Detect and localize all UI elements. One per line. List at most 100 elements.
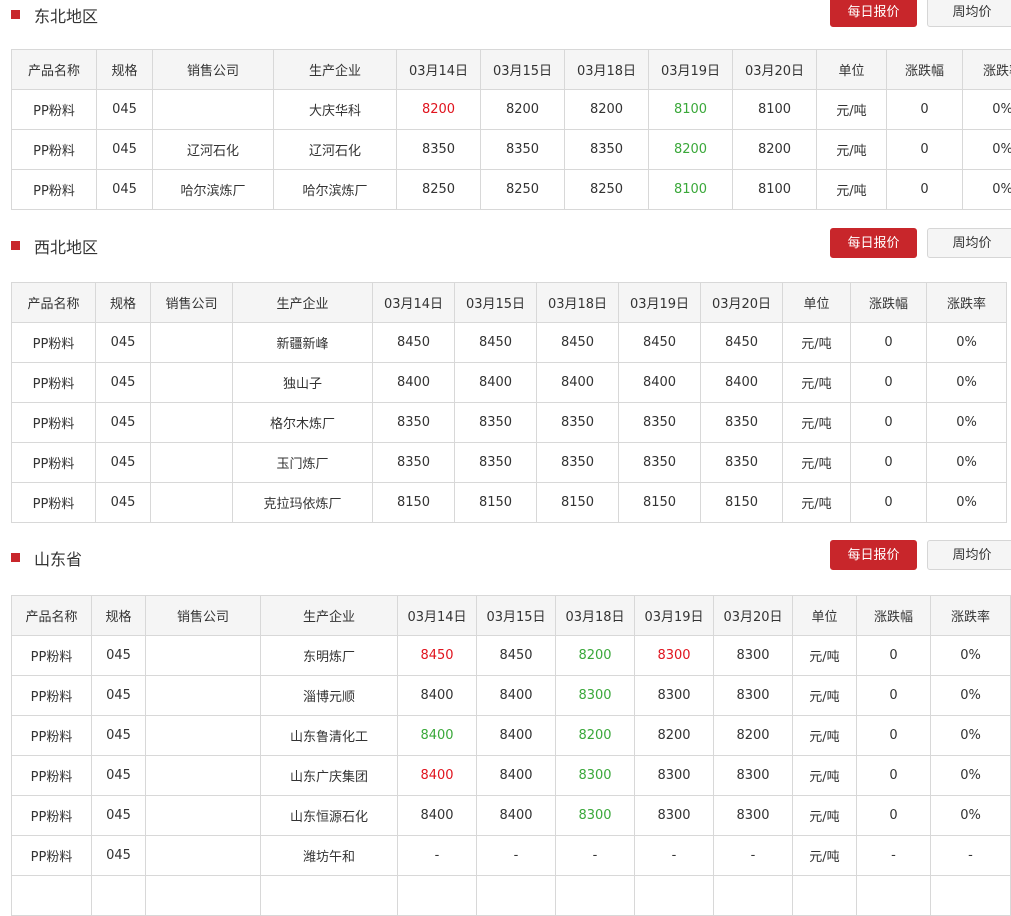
producer-cell [261, 876, 398, 916]
price-cell: 8350 [701, 443, 783, 483]
change-cell: 0 [857, 796, 931, 836]
price-cell: 8400 [398, 756, 477, 796]
rate-cell: 0% [931, 716, 1011, 756]
product-link[interactable]: PP粉料 [12, 363, 96, 403]
product-link[interactable]: PP粉料 [12, 716, 92, 756]
seller-cell [146, 836, 261, 876]
price-cell: 8400 [701, 363, 783, 403]
table-row: PP粉料045新疆新峰84508450845084508450元/吨00% [12, 323, 1007, 363]
spec-cell: 045 [96, 443, 151, 483]
column-header-change: 涨跌幅 [851, 283, 927, 323]
column-header-unit: 单位 [793, 596, 857, 636]
product-link[interactable]: PP粉料 [12, 483, 96, 523]
price-cell: 8350 [537, 443, 619, 483]
column-header-unit: 单位 [783, 283, 851, 323]
rate-cell: 0% [963, 170, 1011, 210]
product-link[interactable]: PP粉料 [12, 443, 96, 483]
table-row: PP粉料045东明炼厂84508450820083008300元/吨00% [12, 636, 1011, 676]
weekly-average-button[interactable]: 周均价 [927, 0, 1011, 27]
price-cell: 8350 [537, 403, 619, 443]
product-link[interactable]: PP粉料 [12, 836, 92, 876]
section-header: 东北地区每日报价周均价 [0, 0, 1011, 34]
table-row: PP粉料045玉门炼厂83508350835083508350元/吨00% [12, 443, 1007, 483]
spec-cell: 045 [96, 363, 151, 403]
change-cell: 0 [851, 403, 927, 443]
unit-cell: 元/吨 [783, 403, 851, 443]
unit-cell: 元/吨 [793, 796, 857, 836]
column-header-date-2: 03月15日 [455, 283, 537, 323]
seller-cell [146, 676, 261, 716]
price-cell [477, 876, 556, 916]
section-title: 山东省 [34, 546, 82, 570]
seller-cell [146, 636, 261, 676]
producer-cell: 新疆新峰 [233, 323, 373, 363]
price-cell: - [635, 836, 714, 876]
column-header-producer: 生产企业 [274, 50, 397, 90]
price-cell: 8400 [455, 363, 537, 403]
price-cell: 8300 [714, 796, 793, 836]
change-cell: - [857, 836, 931, 876]
daily-price-button[interactable]: 每日报价 [830, 540, 917, 570]
weekly-average-button[interactable]: 周均价 [927, 540, 1011, 570]
price-cell: 8200 [565, 90, 649, 130]
page: { "buttons": { "daily": "每日报价", "weekly"… [0, 0, 1011, 880]
price-cell: 8350 [373, 403, 455, 443]
product-link[interactable]: PP粉料 [12, 676, 92, 716]
rate-cell: 0% [931, 636, 1011, 676]
unit-cell: 元/吨 [793, 716, 857, 756]
column-header-date-1: 03月14日 [373, 283, 455, 323]
column-header-seller: 销售公司 [153, 50, 274, 90]
product-link[interactable] [12, 876, 92, 916]
table-row: PP粉料045山东广庆集团84008400830083008300元/吨00% [12, 756, 1011, 796]
change-cell: 0 [851, 483, 927, 523]
price-table: 产品名称规格销售公司生产企业03月14日03月15日03月18日03月19日03… [11, 282, 1007, 523]
price-cell: 8150 [455, 483, 537, 523]
producer-cell: 潍坊午和 [261, 836, 398, 876]
unit-cell: 元/吨 [817, 90, 887, 130]
product-link[interactable]: PP粉料 [12, 170, 97, 210]
unit-cell: 元/吨 [793, 636, 857, 676]
price-cell: 8300 [714, 636, 793, 676]
unit-cell [793, 876, 857, 916]
price-cell: 8200 [649, 130, 733, 170]
product-link[interactable]: PP粉料 [12, 636, 92, 676]
rate-cell: 0% [927, 403, 1007, 443]
column-header-date-5: 03月20日 [701, 283, 783, 323]
seller-cell [146, 756, 261, 796]
price-cell: - [398, 836, 477, 876]
unit-cell: 元/吨 [783, 443, 851, 483]
seller-cell [151, 483, 233, 523]
column-header-product: 产品名称 [12, 283, 96, 323]
table-row: PP粉料045独山子84008400840084008400元/吨00% [12, 363, 1007, 403]
daily-price-button[interactable]: 每日报价 [830, 228, 917, 258]
spec-cell [92, 876, 146, 916]
price-cell: 8400 [537, 363, 619, 403]
product-link[interactable]: PP粉料 [12, 756, 92, 796]
rate-cell [931, 876, 1011, 916]
price-table: 产品名称规格销售公司生产企业03月14日03月15日03月18日03月19日03… [11, 49, 1011, 210]
product-link[interactable]: PP粉料 [12, 90, 97, 130]
price-cell: 8400 [477, 676, 556, 716]
seller-cell [146, 796, 261, 836]
product-link[interactable]: PP粉料 [12, 130, 97, 170]
spec-cell: 045 [96, 403, 151, 443]
change-cell: 0 [851, 443, 927, 483]
price-cell: 8100 [649, 90, 733, 130]
producer-cell: 独山子 [233, 363, 373, 403]
table-row: PP粉料045辽河石化辽河石化83508350835082008200元/吨00… [12, 130, 1011, 170]
producer-cell: 辽河石化 [274, 130, 397, 170]
column-header-producer: 生产企业 [261, 596, 398, 636]
rate-cell: 0% [931, 756, 1011, 796]
price-cell: 8150 [373, 483, 455, 523]
price-cell: 8300 [635, 636, 714, 676]
product-link[interactable]: PP粉料 [12, 403, 96, 443]
price-cell: 8450 [537, 323, 619, 363]
product-link[interactable]: PP粉料 [12, 323, 96, 363]
price-cell: 8400 [398, 716, 477, 756]
product-link[interactable]: PP粉料 [12, 796, 92, 836]
producer-cell: 山东恒源石化 [261, 796, 398, 836]
spec-cell: 045 [97, 170, 153, 210]
weekly-average-button[interactable]: 周均价 [927, 228, 1011, 258]
spec-cell: 045 [97, 130, 153, 170]
daily-price-button[interactable]: 每日报价 [830, 0, 917, 27]
